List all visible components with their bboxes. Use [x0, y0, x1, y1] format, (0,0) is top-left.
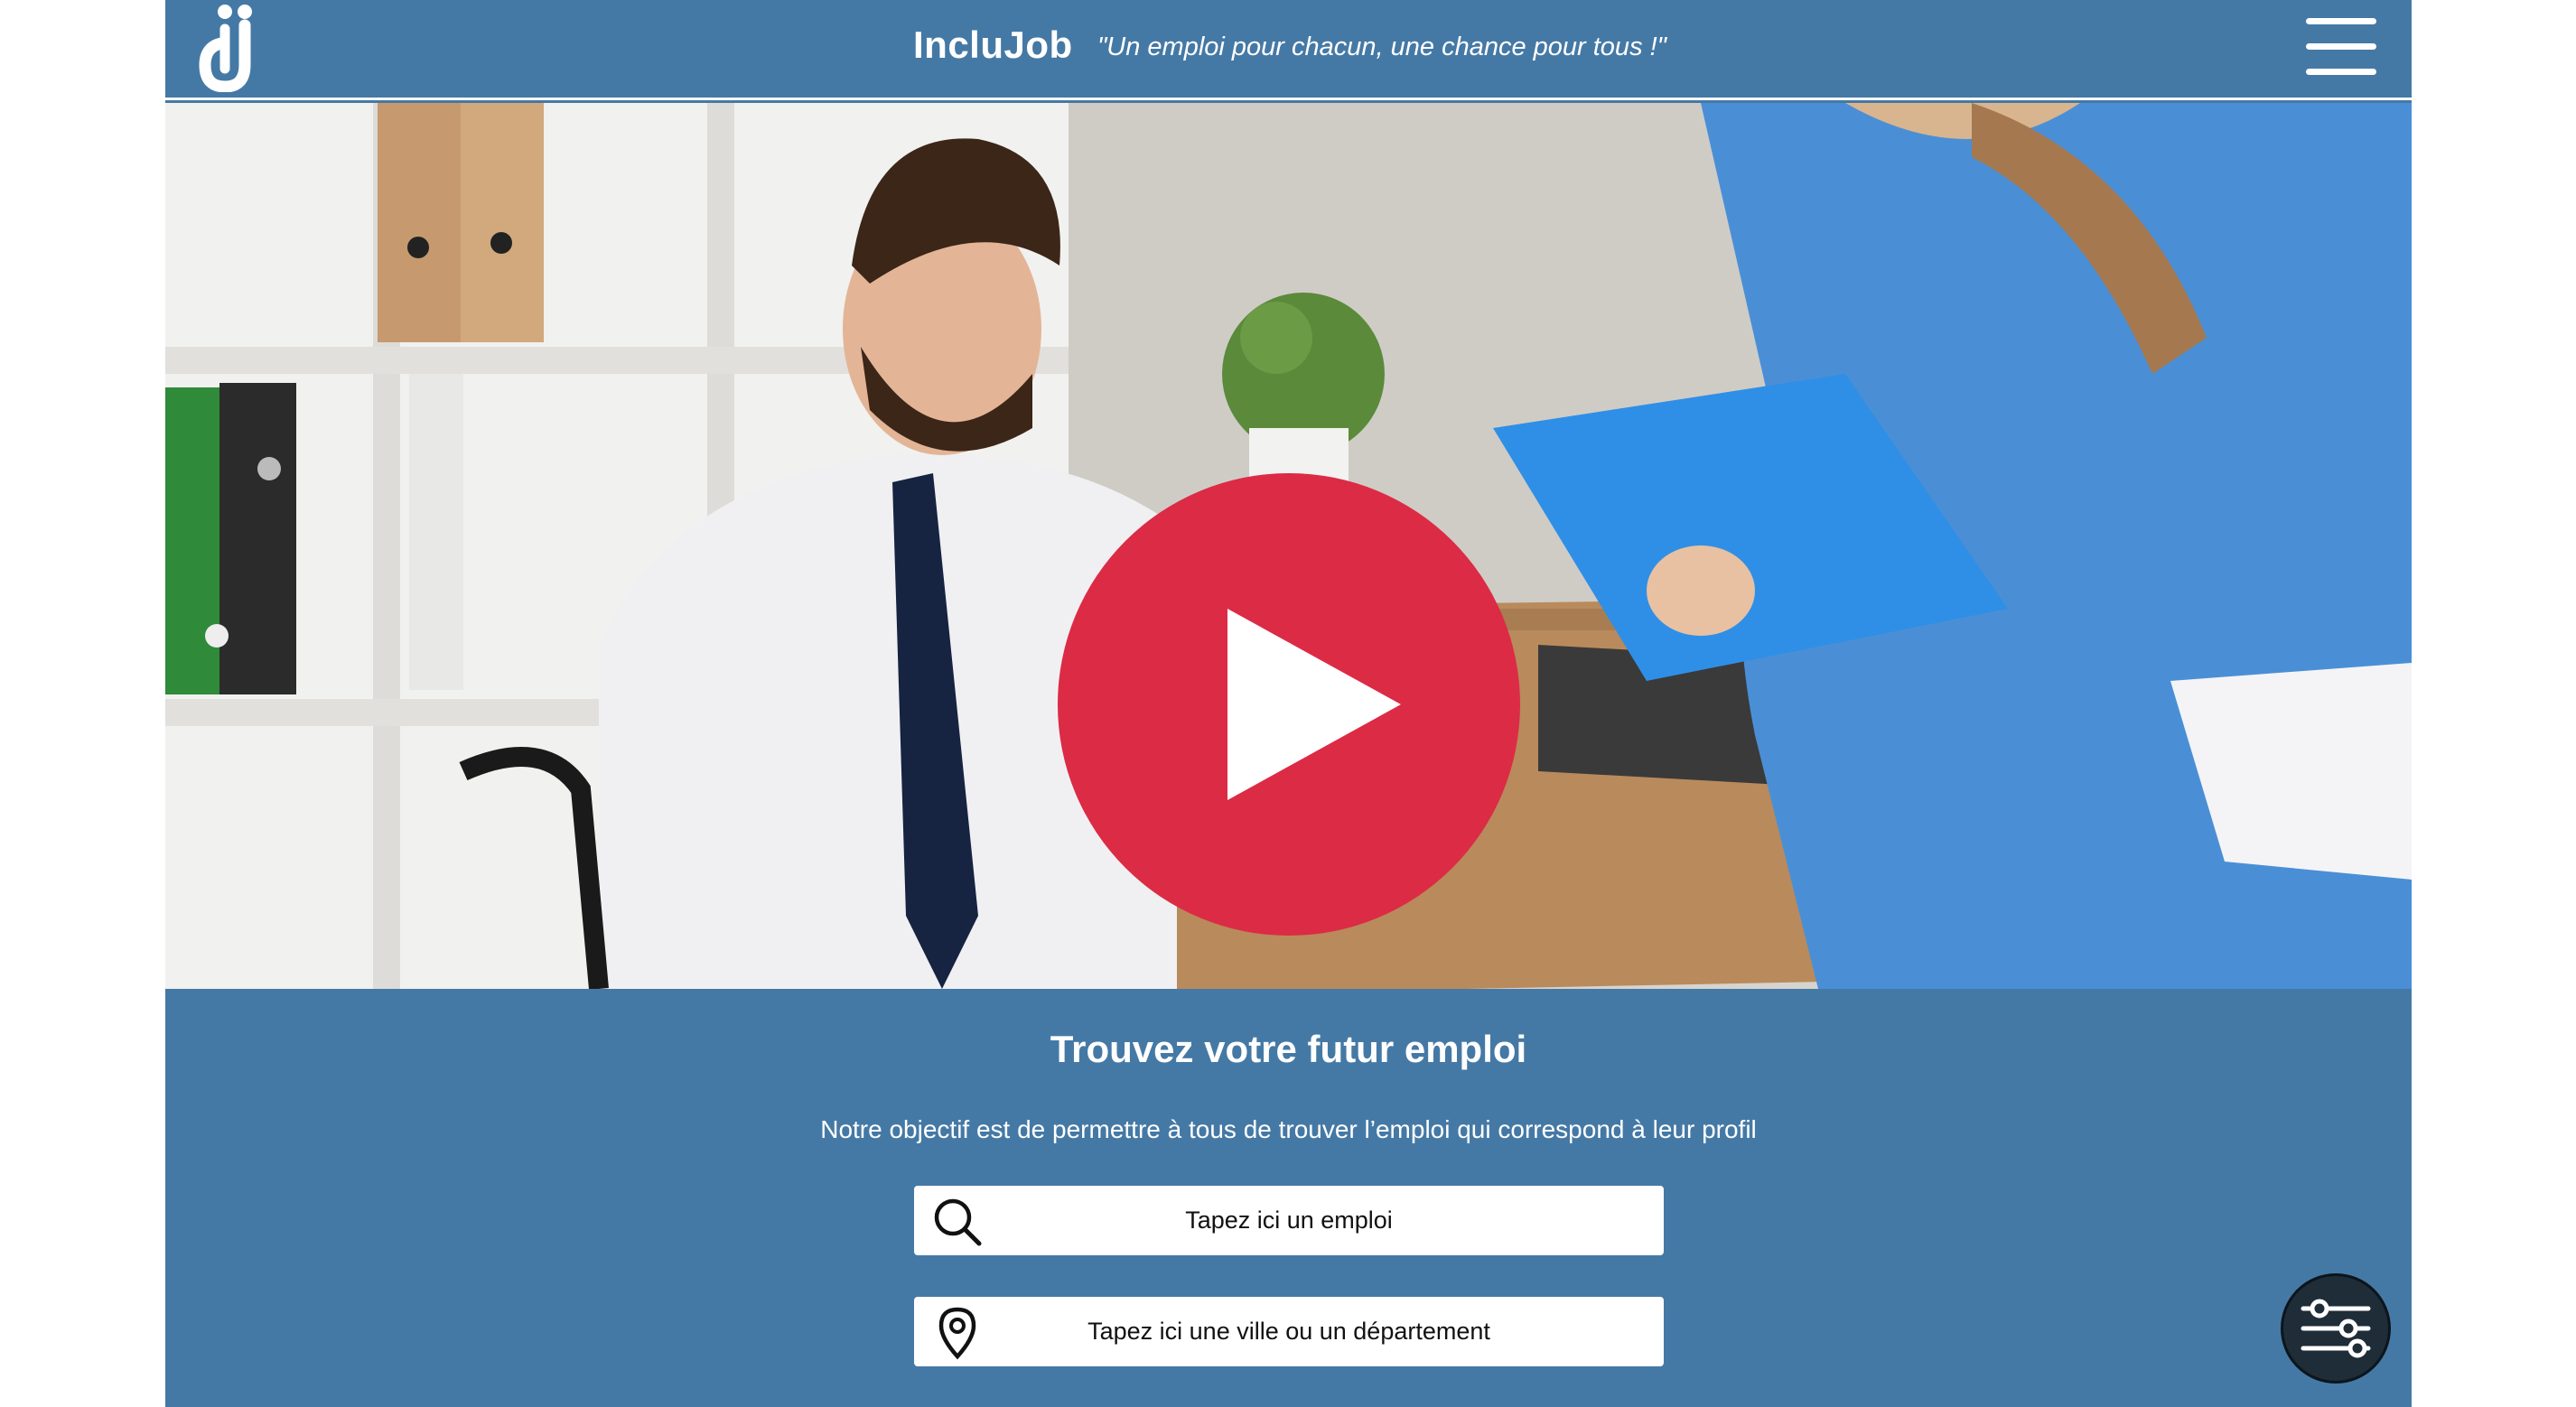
inclujob-logo-icon[interactable]: [198, 2, 266, 92]
accessibility-settings-button[interactable]: [2281, 1273, 2391, 1384]
job-search-input[interactable]: Tapez ici un emploi: [914, 1186, 1664, 1255]
play-icon: [1227, 609, 1401, 800]
hero-video[interactable]: [165, 103, 2412, 989]
play-button[interactable]: [1058, 473, 1520, 936]
search-subtitle: Notre objectif est de permettre à tous d…: [820, 1115, 1757, 1143]
settings-sliders-icon: [2301, 1299, 2371, 1358]
page: IncluJob "Un emploi pour chacun, une cha…: [165, 0, 2412, 1407]
tagline: "Un emploi pour chacun, une chance pour …: [1097, 33, 1666, 61]
hamburger-menu-icon[interactable]: [2306, 18, 2376, 76]
job-search-placeholder: Tapez ici un emploi: [1185, 1207, 1393, 1234]
site-header: IncluJob "Un emploi pour chacun, une cha…: [165, 0, 2412, 100]
location-search-placeholder: Tapez ici une ville ou un département: [1087, 1318, 1490, 1345]
search-title: Trouvez votre futur emploi: [1050, 1028, 1527, 1070]
location-search-input[interactable]: Tapez ici une ville ou un département: [914, 1297, 1664, 1366]
brand-name[interactable]: IncluJob: [913, 23, 1073, 67]
